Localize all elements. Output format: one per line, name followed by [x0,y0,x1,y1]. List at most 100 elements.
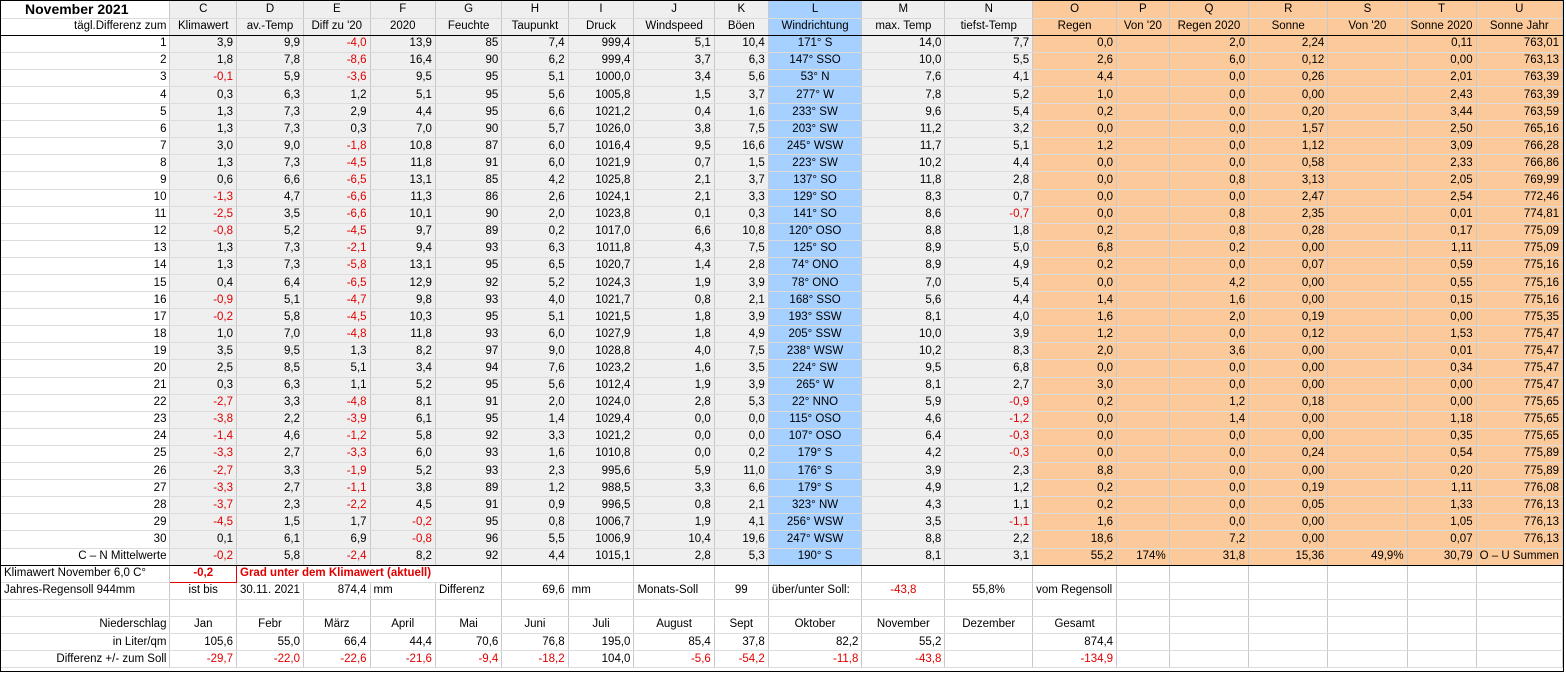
data-cell[interactable]: 0,2 [1169,240,1250,258]
data-cell[interactable]: 4,2 [501,171,569,190]
data-cell[interactable]: 2,6 [1032,52,1118,70]
diff-value[interactable]: -21,6 [370,650,436,669]
empty-cell[interactable] [861,599,946,617]
data-cell[interactable]: 193° SSW [768,308,863,327]
diff-value[interactable] [944,650,1034,669]
column-letter[interactable]: N [944,1,1034,19]
data-cell[interactable] [1116,154,1170,173]
empty-cell[interactable] [1116,650,1170,669]
data-cell[interactable] [1327,137,1408,156]
empty-cell[interactable] [1169,565,1250,583]
empty-cell[interactable] [1476,616,1563,634]
data-cell[interactable] [1327,257,1408,276]
data-cell[interactable]: 2,3 [236,496,304,515]
empty-cell[interactable] [1116,616,1170,634]
data-cell[interactable] [1116,137,1170,156]
data-cell[interactable] [1116,530,1170,549]
data-cell[interactable]: 775,89 [1476,445,1563,464]
data-cell[interactable] [1327,325,1408,344]
day-number[interactable]: 7 [1,137,171,156]
data-cell[interactable]: -4,5 [303,154,371,173]
data-cell[interactable] [1116,189,1170,207]
data-cell[interactable]: 3,9 [861,462,946,481]
data-cell[interactable]: 1,5 [236,513,304,532]
data-cell[interactable]: 7,0 [861,274,946,293]
data-cell[interactable]: 8,9 [861,240,946,258]
data-cell[interactable]: 1024,1 [568,189,635,207]
data-cell[interactable] [1116,206,1170,224]
data-cell[interactable] [1327,411,1408,429]
data-cell[interactable]: 0,2 [1032,103,1118,122]
data-cell[interactable]: 141° SO [768,206,863,224]
data-cell[interactable]: 5,8 [236,308,304,327]
data-cell[interactable]: 11,3 [370,189,436,207]
data-cell[interactable]: 9,7 [370,223,436,241]
data-cell[interactable]: 1,33 [1407,496,1477,515]
data-cell[interactable] [1327,189,1408,207]
summary-cell[interactable]: 8,1 [861,547,946,566]
data-cell[interactable]: 7,0 [236,325,304,344]
summary-cell[interactable]: -2,4 [303,547,371,566]
data-cell[interactable] [1327,428,1408,446]
data-cell[interactable]: 1,9 [633,274,715,293]
data-cell[interactable]: -1,1 [944,513,1034,532]
data-cell[interactable]: 171° S [768,35,863,53]
data-cell[interactable]: 1,2 [1032,325,1118,344]
data-cell[interactable]: -6,6 [303,206,371,224]
empty-cell[interactable] [435,599,503,617]
column-letter[interactable]: M [861,1,946,19]
data-cell[interactable] [1327,274,1408,293]
data-cell[interactable]: 0,0 [1032,445,1118,464]
data-cell[interactable]: 6,0 [501,137,569,156]
data-cell[interactable] [1116,359,1170,378]
day-number[interactable]: 6 [1,120,171,139]
data-cell[interactable]: 3,9 [714,377,769,395]
empty-cell[interactable] [1327,582,1408,600]
data-cell[interactable]: 0,0 [1169,479,1250,498]
summary-cell[interactable]: 49,9% [1327,547,1408,566]
data-cell[interactable]: 1010,8 [568,445,635,464]
data-cell[interactable]: 0,0 [1169,428,1250,446]
empty-cell[interactable] [714,599,769,617]
diff-value[interactable]: -5,6 [633,650,715,669]
data-cell[interactable]: 1020,7 [568,257,635,276]
data-cell[interactable]: 8,8 [861,530,946,549]
day-number[interactable]: 24 [1,428,171,446]
data-cell[interactable] [1116,240,1170,258]
empty-cell[interactable] [236,599,304,617]
data-cell[interactable]: 87 [435,137,503,156]
data-cell[interactable]: 0,26 [1248,69,1329,87]
empty-cell[interactable] [1407,616,1477,634]
data-cell[interactable]: 0,0 [1032,35,1118,53]
data-cell[interactable]: 0,34 [1407,359,1477,378]
data-cell[interactable]: 0,0 [633,428,715,446]
data-cell[interactable]: 2,01 [1407,69,1477,87]
data-cell[interactable]: 0,0 [1032,274,1118,293]
data-cell[interactable] [1116,445,1170,464]
data-cell[interactable]: 2,24 [1248,35,1329,53]
data-cell[interactable]: 4,4 [370,103,436,122]
data-cell[interactable]: 995,6 [568,462,635,481]
data-cell[interactable]: 93 [435,325,503,344]
data-cell[interactable]: 323° NW [768,496,863,515]
empty-cell[interactable] [501,599,569,617]
summary-cell[interactable]: 55,2 [1032,547,1118,566]
empty-cell[interactable] [1327,565,1408,583]
data-cell[interactable]: 5,8 [370,428,436,446]
data-cell[interactable]: 22° NNO [768,394,863,412]
data-cell[interactable]: 4,6 [861,411,946,429]
data-cell[interactable]: -3,6 [303,69,371,87]
day-number[interactable]: 9 [1,171,171,190]
data-cell[interactable]: 3,9 [944,325,1034,344]
data-cell[interactable]: 0,8 [633,291,715,310]
data-cell[interactable]: -3,3 [169,445,238,464]
data-cell[interactable] [1327,86,1408,105]
data-cell[interactable]: 8,1 [861,377,946,395]
day-number[interactable]: 18 [1,325,171,344]
data-cell[interactable]: 9,6 [861,103,946,122]
data-cell[interactable]: 6,0 [370,445,436,464]
data-cell[interactable]: 0,0 [1032,154,1118,173]
data-cell[interactable]: 0,0 [1169,325,1250,344]
data-cell[interactable]: 2,1 [633,189,715,207]
data-cell[interactable]: 1,57 [1248,120,1329,139]
